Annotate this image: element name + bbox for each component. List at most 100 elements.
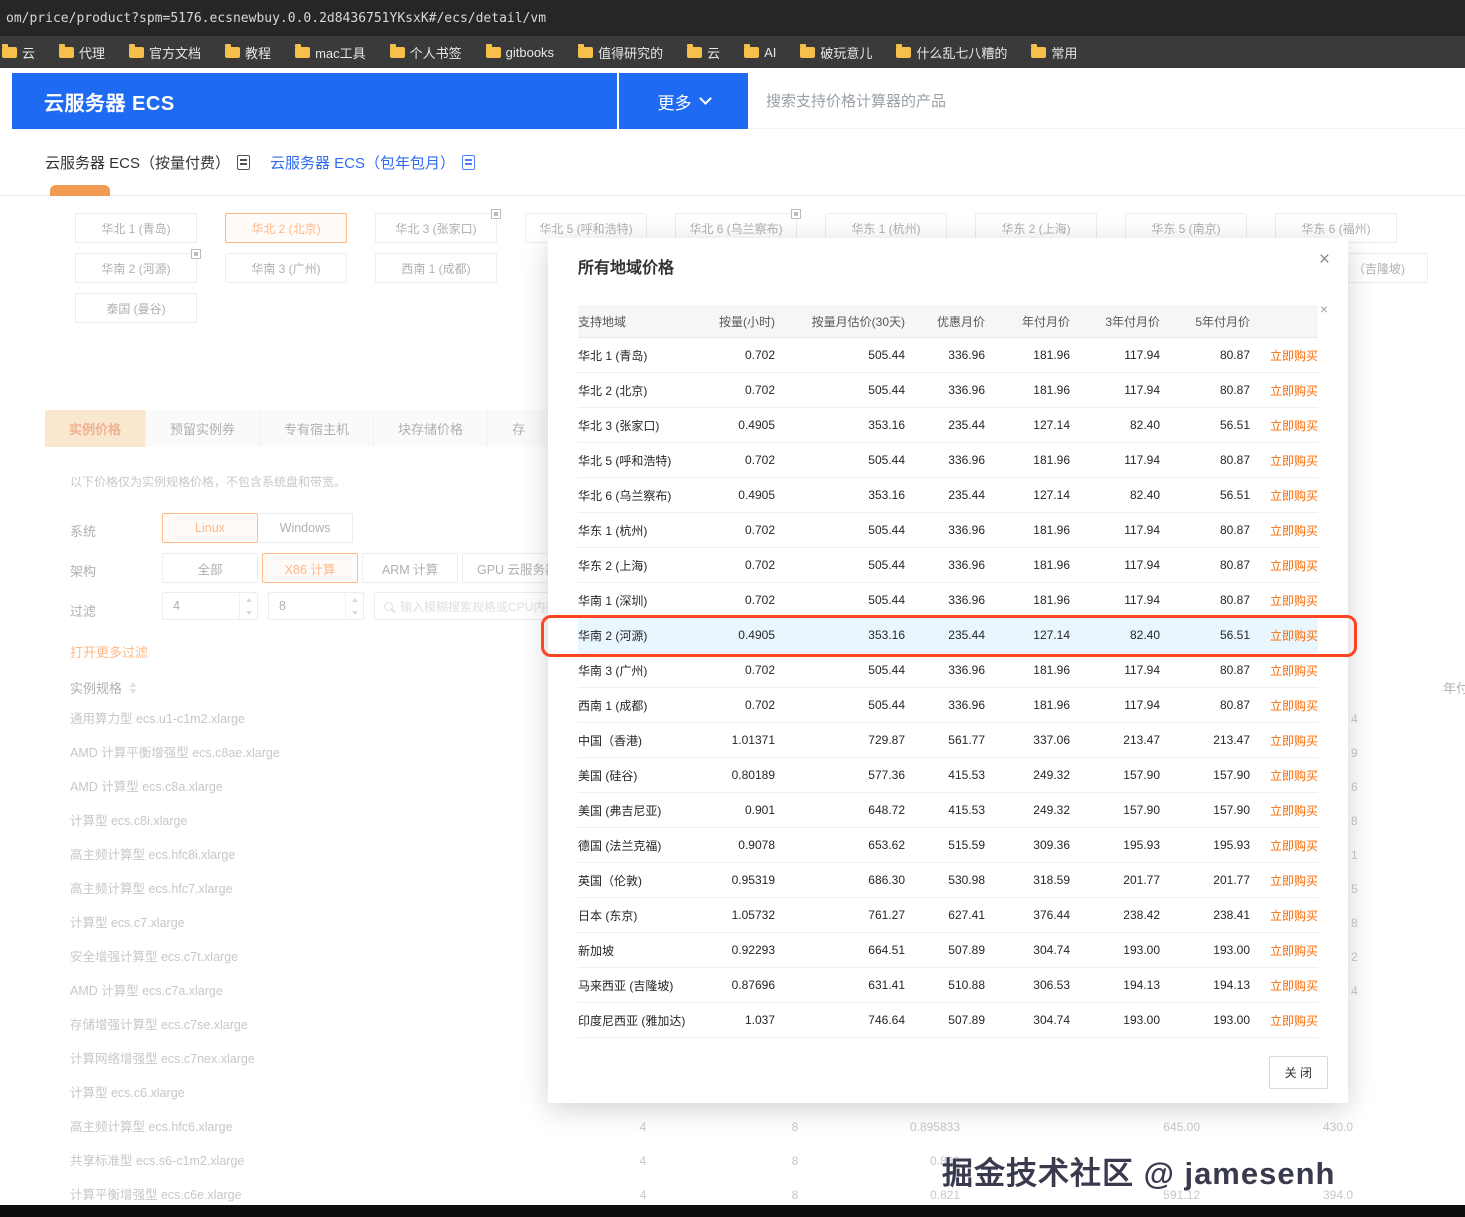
price-cell: 82.40: [1070, 488, 1160, 502]
price-table-row: 华北 5 (呼和浩特)0.702505.44336.96181.96117.94…: [578, 443, 1318, 478]
bookmark-item[interactable]: 教程: [225, 43, 271, 62]
buy-now-link[interactable]: 立即购买: [1250, 662, 1318, 679]
buy-now-link[interactable]: 立即购买: [1250, 452, 1318, 469]
bookmark-item[interactable]: mac工具: [295, 43, 366, 62]
price-cell: 0.87696: [705, 978, 775, 992]
price-cell: 195.93: [1160, 838, 1250, 852]
price-table-row: 新加坡0.92293664.51507.89304.74193.00193.00…: [578, 933, 1318, 968]
bookmark-label: 什么乱七八糟的: [916, 43, 1007, 62]
price-cell: 353.16: [775, 418, 905, 432]
price-cell: 1.037: [705, 1013, 775, 1027]
folder-icon: [1031, 47, 1046, 58]
bookmark-item[interactable]: 个人书签: [390, 43, 462, 62]
buy-now-link[interactable]: 立即购买: [1250, 942, 1318, 959]
price-cell: 664.51: [775, 943, 905, 957]
screen: om/price/product?spm=5176.ecsnewbuy.0.0.…: [0, 0, 1465, 1217]
bookmark-label: 官方文档: [149, 43, 201, 62]
price-table-header: 支持地域按量(小时)按量月估价(30天)优惠月价年付月价3年付月价5年付月价: [578, 305, 1318, 338]
price-cell: 181.96: [985, 383, 1070, 397]
folder-icon: [59, 47, 74, 58]
region-name-cell: 华北 5 (呼和浩特): [578, 452, 705, 469]
bookmark-label: 常用: [1051, 43, 1077, 62]
buy-now-link[interactable]: 立即购买: [1250, 732, 1318, 749]
table-close-icon[interactable]: ×: [1320, 302, 1328, 316]
price-cell: 80.87: [1160, 383, 1250, 397]
buy-now-link[interactable]: 立即购买: [1250, 802, 1318, 819]
buy-now-link[interactable]: 立即购买: [1250, 347, 1318, 364]
price-cell: 631.41: [775, 978, 905, 992]
buy-now-link[interactable]: 立即购买: [1250, 977, 1318, 994]
column-header: 支持地域: [578, 313, 705, 330]
close-icon[interactable]: ×: [1319, 250, 1330, 269]
buy-now-link[interactable]: 立即购买: [1250, 1012, 1318, 1029]
buy-now-link[interactable]: 立即购买: [1250, 522, 1318, 539]
region-price-table: 支持地域按量(小时)按量月估价(30天)优惠月价年付月价3年付月价5年付月价华北…: [578, 305, 1318, 1038]
buy-now-link[interactable]: 立即购买: [1250, 872, 1318, 889]
price-cell: 80.87: [1160, 698, 1250, 712]
buy-now-link[interactable]: 立即购买: [1250, 592, 1318, 609]
price-cell: 56.51: [1160, 628, 1250, 642]
price-cell: 0.702: [705, 383, 775, 397]
folder-icon: [295, 47, 310, 58]
price-cell: 193.00: [1070, 943, 1160, 957]
buy-now-link[interactable]: 立即购买: [1250, 697, 1318, 714]
buy-now-link[interactable]: 立即购买: [1250, 487, 1318, 504]
price-cell: 157.90: [1070, 768, 1160, 782]
price-cell: 627.41: [905, 908, 985, 922]
buy-now-link[interactable]: 立即购买: [1250, 907, 1318, 924]
price-table-row: 印度尼西亚 (雅加达)1.037746.64507.89304.74193.00…: [578, 1003, 1318, 1038]
bookmark-item[interactable]: 官方文档: [129, 43, 201, 62]
price-cell: 336.96: [905, 663, 985, 677]
price-table-row: 华北 1 (青岛)0.702505.44336.96181.96117.9480…: [578, 338, 1318, 373]
more-menu-button[interactable]: 更多: [619, 73, 748, 129]
price-cell: 530.98: [905, 873, 985, 887]
price-cell: 0.95319: [705, 873, 775, 887]
bookmark-item[interactable]: 值得研究的: [578, 43, 663, 62]
price-cell: 0.702: [705, 348, 775, 362]
bookmark-label: 代理: [79, 43, 105, 62]
price-cell: 181.96: [985, 593, 1070, 607]
region-name-cell: 华北 2 (北京): [578, 382, 705, 399]
bookmark-item[interactable]: 常用: [1031, 43, 1077, 62]
price-cell: 117.94: [1070, 558, 1160, 572]
price-cell: 336.96: [905, 593, 985, 607]
price-cell: 238.41: [1160, 908, 1250, 922]
bookmark-item[interactable]: 云: [687, 43, 720, 62]
bookmark-item[interactable]: 云: [2, 43, 35, 62]
price-cell: 181.96: [985, 558, 1070, 572]
price-table-row: 华南 2 (河源)0.4905353.16235.44127.1482.4056…: [578, 618, 1318, 653]
price-cell: 181.96: [985, 698, 1070, 712]
buy-now-link[interactable]: 立即购买: [1250, 837, 1318, 854]
price-cell: 746.64: [775, 1013, 905, 1027]
bookmark-item[interactable]: 代理: [59, 43, 105, 62]
buy-now-link[interactable]: 立即购买: [1250, 767, 1318, 784]
price-cell: 56.51: [1160, 418, 1250, 432]
price-cell: 1.05732: [705, 908, 775, 922]
price-cell: 0.4905: [705, 418, 775, 432]
product-search-input[interactable]: 搜索支持价格计算器的产品: [748, 73, 1465, 129]
price-table-row: 日本 (东京)1.05732761.27627.41376.44238.4223…: [578, 898, 1318, 933]
folder-icon: [896, 47, 911, 58]
price-table-row: 马来西亚 (吉隆坡)0.87696631.41510.88306.53194.1…: [578, 968, 1318, 1003]
bookmark-item[interactable]: gitbooks: [486, 45, 554, 60]
chevron-down-icon: [699, 92, 712, 105]
bookmark-label: gitbooks: [506, 45, 554, 60]
buy-now-link[interactable]: 立即购买: [1250, 417, 1318, 434]
price-cell: 415.53: [905, 768, 985, 782]
buy-now-link[interactable]: 立即购买: [1250, 557, 1318, 574]
bookmark-item[interactable]: AI: [744, 45, 776, 60]
price-cell: 0.702: [705, 698, 775, 712]
price-cell: 56.51: [1160, 488, 1250, 502]
bookmark-item[interactable]: 什么乱七八糟的: [896, 43, 1007, 62]
buy-now-link[interactable]: 立即购买: [1250, 627, 1318, 644]
header-divider: [617, 73, 619, 129]
watermark: 掘金技术社区 @ jamesenh: [942, 1148, 1335, 1193]
bookmark-item[interactable]: 破玩意儿: [800, 43, 872, 62]
tab-subscription[interactable]: 云服务器 ECS（包年包月）: [270, 129, 475, 196]
price-cell: 336.96: [905, 383, 985, 397]
buy-now-link[interactable]: 立即购买: [1250, 382, 1318, 399]
price-cell: 505.44: [775, 383, 905, 397]
close-button[interactable]: 关 闭: [1269, 1056, 1328, 1089]
bookmark-label: 破玩意儿: [820, 43, 872, 62]
price-cell: 127.14: [985, 628, 1070, 642]
